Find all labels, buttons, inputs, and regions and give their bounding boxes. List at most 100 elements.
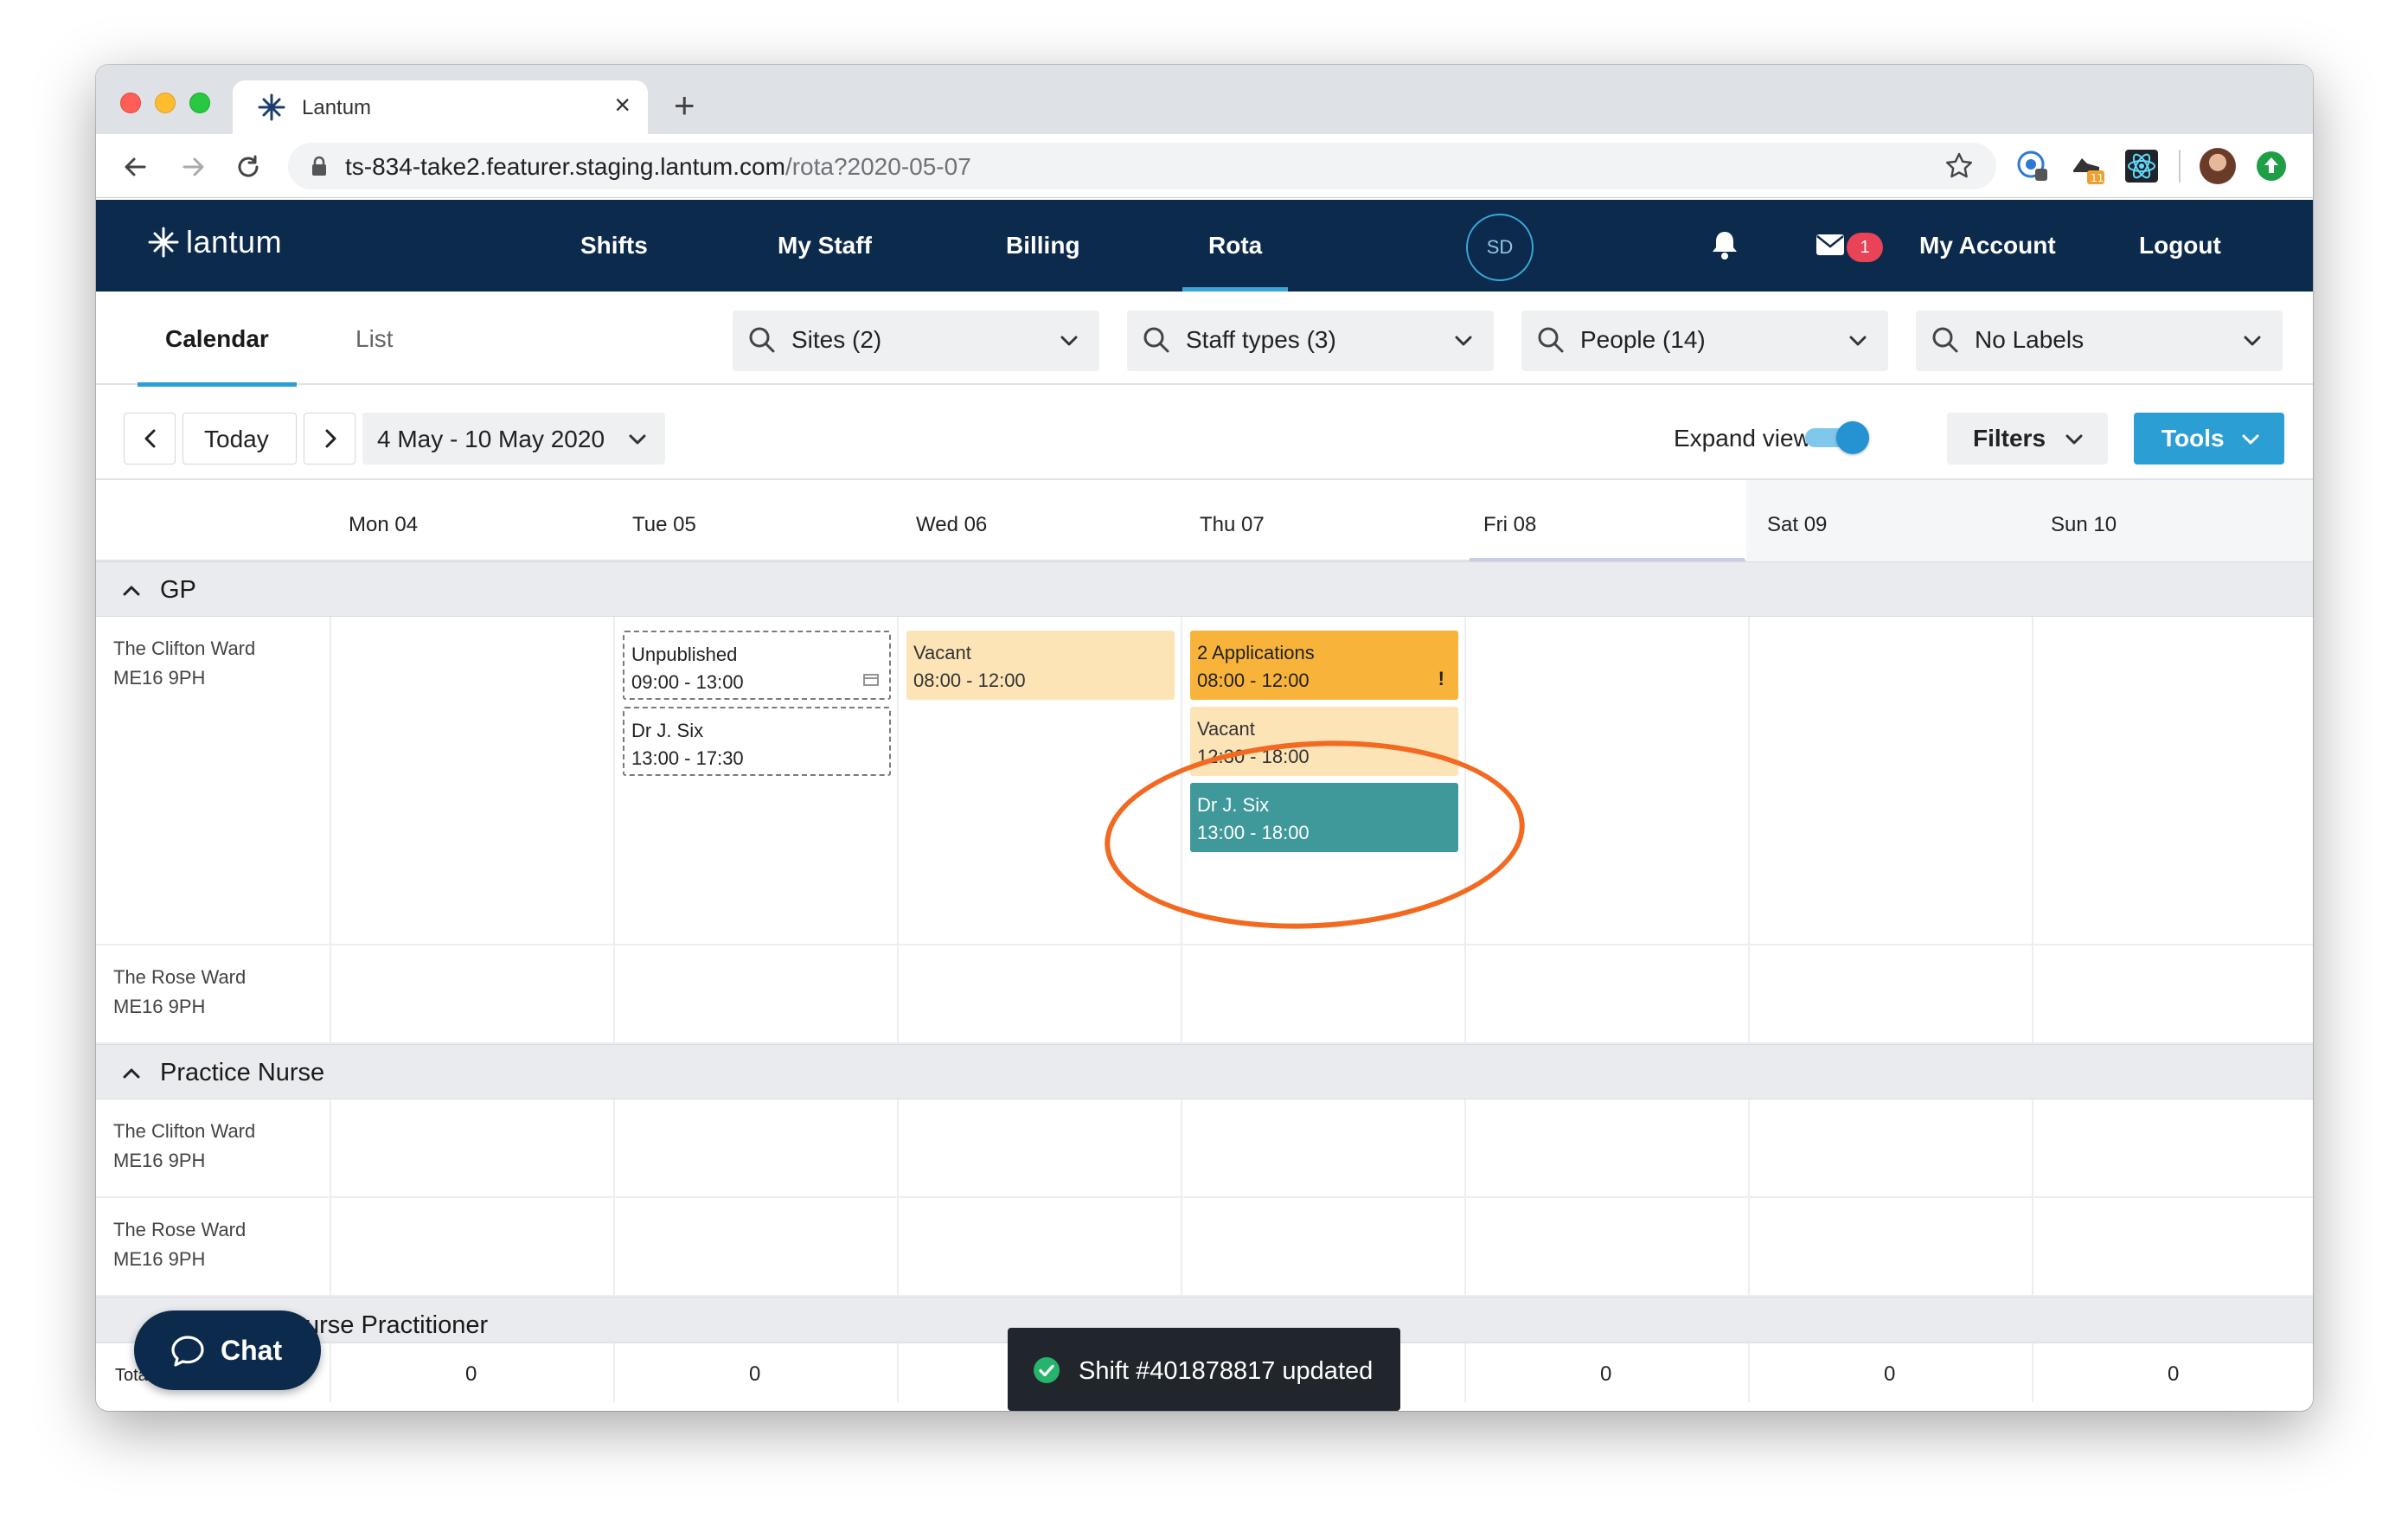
reload-icon[interactable] [231, 150, 266, 184]
day-tue: Tue 05 [632, 513, 696, 536]
bell-icon[interactable] [1710, 229, 1739, 260]
shift-time: 13:00 - 17:30 [631, 747, 744, 769]
address-bar[interactable]: ts-834-take2.featurer.staging.lantum.com… [288, 143, 1996, 189]
profile-avatar[interactable] [2200, 148, 2236, 184]
chevron-down-icon [1060, 336, 1078, 346]
sites-dropdown[interactable]: Sites (2) [733, 311, 1099, 371]
react-devtools-icon[interactable] [2123, 148, 2160, 184]
grid-line [613, 945, 615, 1042]
nav-shifts[interactable]: Shifts [580, 200, 648, 292]
grid-line [897, 617, 899, 944]
grid-line [1464, 1343, 1466, 1402]
chevron-down-icon [629, 434, 646, 445]
expand-view-toggle[interactable] [1805, 421, 1869, 454]
check-circle-icon [1034, 1357, 1060, 1383]
today-button[interactable]: Today [183, 413, 297, 465]
previous-week-button[interactable] [124, 413, 176, 465]
grid-line [330, 1198, 331, 1295]
nav-billing[interactable]: Billing [1006, 200, 1080, 292]
toolbar-divider [2179, 150, 2181, 183]
chevron-down-icon [2242, 434, 2259, 445]
password-manager-extension-icon[interactable] [2014, 148, 2051, 184]
shift-title: Vacant [913, 642, 971, 663]
chevron-down-icon [2065, 434, 2083, 445]
total-mon: 0 [465, 1362, 477, 1386]
mail-icon[interactable] [1816, 233, 1845, 257]
shift-time: 09:00 - 13:00 [631, 671, 744, 693]
staff-types-dropdown[interactable]: Staff types (3) [1127, 311, 1494, 371]
nav-logout[interactable]: Logout [2139, 200, 2221, 292]
new-tab-icon[interactable]: + [674, 87, 695, 124]
shift-title: 2 Applications [1197, 642, 1315, 663]
lantum-favicon-icon [258, 93, 285, 121]
update-extension-icon[interactable] [2253, 148, 2290, 184]
nav-my-account[interactable]: My Account [1919, 200, 2056, 292]
grid-line [2032, 617, 2033, 944]
labels-dropdown[interactable]: No Labels [1916, 311, 2283, 371]
tab-close-icon[interactable]: × [614, 91, 631, 119]
site-postcode: ME16 9PH [113, 996, 206, 1017]
grid-line [330, 945, 331, 1042]
section-practice-nurse[interactable]: Practice Nurse [96, 1044, 2313, 1099]
site-label: The Rose Ward ME16 9PH [113, 963, 246, 1022]
site-name: The Clifton Ward [113, 638, 256, 659]
chat-button[interactable]: Chat [134, 1311, 321, 1390]
shift-card-unpublished[interactable]: Unpublished 09:00 - 13:00 [623, 631, 891, 700]
section-gp[interactable]: GP [96, 561, 2313, 617]
search-icon [1143, 327, 1169, 353]
chevron-up-icon [123, 586, 140, 596]
chevron-right-icon [325, 429, 336, 448]
shift-title: Unpublished [631, 644, 738, 665]
tab-list[interactable]: List [355, 292, 394, 385]
people-dropdown[interactable]: People (14) [1521, 311, 1888, 371]
sites-dropdown-label: Sites (2) [791, 326, 882, 353]
maximize-window-button[interactable] [189, 93, 210, 113]
filters-button[interactable]: Filters [1947, 413, 2108, 465]
grid-line [1748, 1198, 1750, 1295]
total-sat: 0 [1884, 1362, 1896, 1386]
grid-line [1464, 1198, 1466, 1295]
forward-arrow-icon[interactable] [176, 150, 210, 184]
date-range-picker[interactable]: 4 May - 10 May 2020 [362, 413, 665, 465]
shift-card-vacant[interactable]: Vacant 08:00 - 12:00 [906, 631, 1175, 700]
site-name: The Rose Ward [113, 1219, 247, 1240]
grid-line [897, 1343, 899, 1402]
shift-card-dr-j-six[interactable]: Dr J. Six 13:00 - 17:30 [623, 707, 891, 776]
toggle-knob [1836, 421, 1869, 454]
minimize-window-button[interactable] [155, 93, 176, 113]
shift-card-applications[interactable]: 2 Applications 08:00 - 12:00 ! [1190, 631, 1458, 700]
grid-line [2032, 1099, 2033, 1196]
chevron-left-icon [144, 429, 156, 448]
chat-bubble-icon [171, 1336, 204, 1367]
back-arrow-icon[interactable] [118, 150, 153, 184]
user-avatar[interactable]: SD [1466, 214, 1534, 281]
site-name: The Clifton Ward [113, 1120, 256, 1142]
weekend-shade [1746, 480, 2313, 561]
total-sun: 0 [2168, 1362, 2180, 1386]
search-icon [1538, 327, 1564, 353]
nav-rota[interactable]: Rota [1182, 200, 1289, 292]
site-label: The Clifton Ward ME16 9PH [113, 634, 255, 693]
tab-title: Lantum [302, 96, 372, 119]
next-week-button[interactable] [304, 413, 355, 465]
lantum-logo[interactable]: lantum [148, 224, 282, 260]
bookmark-star-icon[interactable] [1944, 151, 1974, 181]
shoe-extension-icon[interactable]: 11 [2070, 148, 2106, 184]
tools-button[interactable]: Tools [2134, 413, 2284, 465]
today-button-label: Today [204, 426, 269, 452]
shift-time: 08:00 - 12:00 [1197, 670, 1310, 691]
grid-line [1748, 1099, 1750, 1196]
total-tue: 0 [749, 1362, 761, 1386]
shift-title: Dr J. Six [631, 720, 704, 741]
close-window-button[interactable] [120, 93, 141, 113]
app-navbar: lantum Shifts My Staff Billing Rota SD 1… [96, 200, 2313, 292]
day-sun: Sun 10 [2051, 513, 2117, 536]
browser-tab[interactable]: Lantum × [233, 80, 648, 134]
grid-line [1464, 945, 1466, 1042]
grid-line [897, 1099, 899, 1196]
filters-button-label: Filters [1973, 425, 2046, 452]
site-label: The Rose Ward ME16 9PH [113, 1215, 246, 1274]
site-postcode: ME16 9PH [113, 1248, 206, 1270]
nav-my-staff[interactable]: My Staff [778, 200, 872, 292]
tab-calendar[interactable]: Calendar [138, 292, 297, 387]
